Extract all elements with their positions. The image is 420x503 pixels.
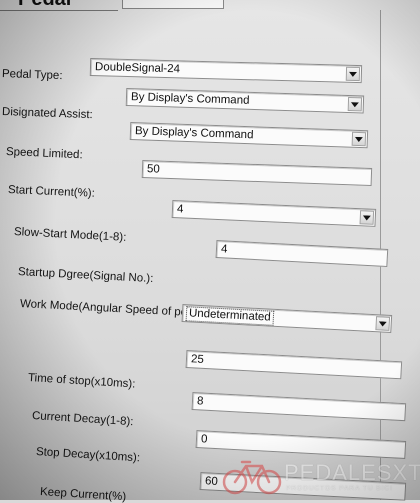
startup-degree-input[interactable]: 4: [215, 240, 389, 267]
pedal-type-label: Pedal Type:: [1, 68, 63, 83]
keep-current-value: 60: [204, 475, 219, 488]
work-mode-select[interactable]: Undeterminated: [181, 304, 393, 333]
pedal-type-select[interactable]: DoubleSignal-24: [89, 58, 363, 84]
current-decay-input[interactable]: 8: [191, 392, 407, 422]
startup-degree-label: Startup Dgree(Signal No.):: [17, 266, 154, 286]
chevron-down-icon[interactable]: [375, 316, 391, 331]
current-decay-label: Current Decay(1-8):: [31, 410, 134, 429]
designated-assist-value: By Display's Command: [130, 91, 250, 107]
keep-current-label: Keep Current(%): [39, 486, 127, 503]
speed-limited-value: By Display's Command: [134, 125, 254, 142]
work-mode-value: Undeterminated: [185, 305, 275, 327]
time-of-stop-value: 25: [190, 353, 205, 366]
slow-start-mode-value: 4: [176, 203, 184, 216]
stop-decay-value: 0: [200, 433, 208, 446]
start-current-label: Start Current(%):: [7, 184, 96, 200]
watermark-brand: PEDALESXT: [284, 460, 420, 485]
stop-decay-label: Stop Decay(x10ms):: [35, 446, 141, 465]
speed-limited-select[interactable]: By Display's Command: [129, 122, 369, 149]
designated-assist-select[interactable]: By Display's Command: [125, 88, 365, 114]
pedal-settings-panel: Pedal Pedal Type: DoubleSignal-24 Disign…: [0, 0, 420, 503]
chevron-down-icon[interactable]: [347, 96, 363, 112]
time-of-stop-label: Time of stop(x10ms):: [27, 372, 136, 391]
startup-degree-value: 4: [220, 243, 228, 256]
slow-start-mode-label: Slow-Start Mode(1-8):: [13, 226, 127, 244]
bicycle-icon: [222, 460, 282, 495]
header-frame: Pedal: [0, 0, 118, 11]
slow-start-mode-select[interactable]: 4: [171, 200, 377, 227]
designated-assist-label: Disignated Assist:: [1, 106, 93, 122]
header-field[interactable]: [122, 0, 224, 9]
time-of-stop-input[interactable]: 25: [185, 350, 403, 380]
chevron-down-icon[interactable]: [359, 210, 375, 225]
page-title: Pedal: [18, 0, 71, 11]
chevron-down-icon[interactable]: [351, 131, 367, 147]
speed-limited-label: Speed Limited:: [5, 146, 83, 162]
start-current-input[interactable]: 50: [141, 160, 373, 187]
current-decay-value: 8: [196, 395, 204, 408]
pedal-type-value: DoubleSignal-24: [94, 61, 181, 76]
watermark-tagline: PRODUCTOS PARA TU BICI: [286, 485, 393, 492]
start-current-value: 50: [146, 163, 160, 176]
chevron-down-icon[interactable]: [345, 66, 361, 82]
watermark-logo: PEDALESXT PRODUCTOS PARA TU BICI: [222, 452, 420, 498]
